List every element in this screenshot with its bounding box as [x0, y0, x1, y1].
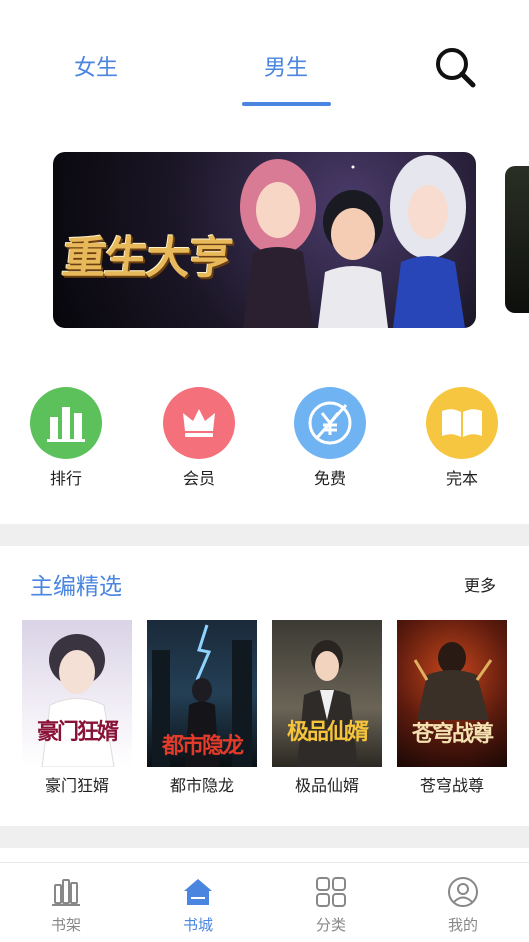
nav-label: 我的	[447, 916, 478, 934]
quick-entry-label: 排行	[49, 469, 82, 488]
quick-entry-label: 完本	[445, 469, 478, 488]
active-tab-indicator	[242, 102, 331, 106]
banner-slide[interactable]: 重生大亨	[53, 152, 476, 328]
nav-label: 书城	[182, 916, 213, 934]
book-cover: 苍穹战尊	[397, 620, 507, 767]
nav-item-category[interactable]: 分类	[296, 875, 366, 935]
more-link[interactable]: 更多	[464, 572, 496, 596]
quick-entry-label: 会员	[182, 469, 215, 488]
bookshelf-icon	[52, 879, 80, 906]
cover-title: 极品仙婿	[286, 719, 369, 745]
banner-next-slide[interactable]	[505, 166, 529, 313]
gender-tab-bar: 女生 男生	[0, 0, 529, 110]
cover-title: 豪门狂婿	[36, 719, 119, 745]
nav-label: 书架	[50, 916, 81, 934]
quick-entry-completed[interactable]: 完本	[425, 387, 499, 489]
nav-label: 分类	[315, 916, 346, 934]
section-divider	[0, 826, 529, 848]
yen-free-icon	[294, 387, 366, 459]
nav-item-profile[interactable]: 我的	[428, 875, 498, 935]
quick-entry-free[interactable]: 免费	[293, 387, 367, 489]
category-grid-icon	[316, 877, 346, 907]
book-cover: 都市隐龙	[147, 620, 257, 767]
search-icon	[436, 48, 476, 88]
search-button[interactable]	[432, 44, 478, 90]
ranking-chart-icon	[30, 387, 102, 459]
quick-entry-label: 免费	[313, 469, 346, 488]
quick-entry-ranking[interactable]: 排行	[29, 387, 103, 489]
home-icon	[184, 879, 212, 905]
section-title-editor-picks: 主编精选	[30, 574, 122, 600]
profile-icon	[448, 877, 478, 907]
book-title: 极品仙婿	[294, 776, 359, 795]
book-card[interactable]: 都市隐龙 都市隐龙	[147, 620, 257, 796]
book-card[interactable]: 苍穹战尊 苍穹战尊	[397, 620, 507, 796]
banner-illustration	[240, 155, 466, 328]
open-book-icon	[426, 387, 498, 459]
book-title: 都市隐龙	[169, 776, 234, 795]
nav-item-bookstore[interactable]: 书城	[163, 875, 233, 935]
crown-icon	[163, 387, 235, 459]
book-title: 豪门狂婿	[44, 776, 109, 795]
quick-entry-row: 排行 会员 免费 完本	[0, 387, 529, 497]
cover-title: 都市隐龙	[161, 733, 244, 759]
book-cover: 极品仙婿	[272, 620, 382, 767]
book-card[interactable]: 极品仙婿 极品仙婿	[272, 620, 382, 796]
cover-title: 苍穹战尊	[411, 721, 494, 747]
tab-female[interactable]: 女生	[74, 50, 118, 82]
nav-item-bookshelf[interactable]: 书架	[31, 875, 101, 935]
book-card[interactable]: 豪门狂婿 豪门狂婿	[22, 620, 132, 796]
section-divider	[0, 524, 529, 546]
banner-title: 重生大亨	[59, 233, 234, 284]
bottom-nav: 书架 书城 分类 我的	[0, 862, 529, 942]
book-cover: 豪门狂婿	[22, 620, 132, 767]
tab-male[interactable]: 男生	[264, 50, 308, 82]
quick-entry-vip[interactable]: 会员	[162, 387, 236, 489]
book-title: 苍穹战尊	[419, 776, 484, 795]
